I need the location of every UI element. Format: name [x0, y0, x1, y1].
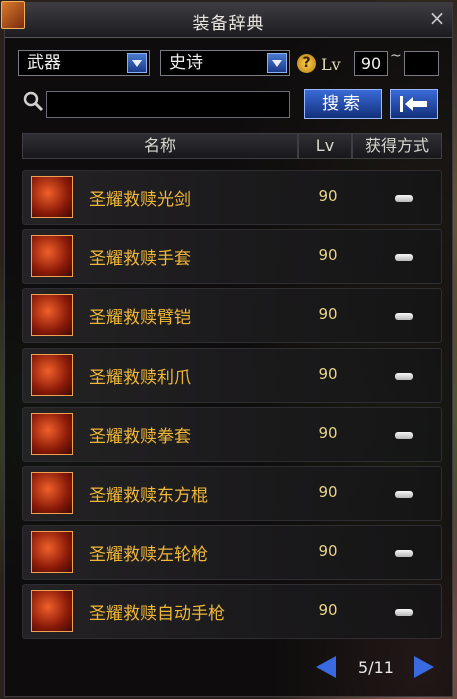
back-arrow-icon	[400, 96, 427, 112]
level-max-input[interactable]	[404, 51, 439, 76]
equipment-row[interactable]: 圣耀救赎利爪 90	[22, 348, 442, 403]
item-icon	[31, 235, 73, 277]
acquire-method-icon[interactable]	[395, 609, 413, 616]
item-icon	[31, 531, 73, 573]
item-name: 圣耀救赎手套	[89, 249, 191, 269]
item-name: 圣耀救赎左轮枪	[89, 545, 208, 565]
prev-arrow-icon[interactable]	[316, 656, 336, 678]
back-button[interactable]	[390, 89, 438, 119]
column-header-name[interactable]: 名称	[22, 133, 298, 159]
item-icon	[31, 413, 73, 455]
range-separator: ~	[390, 48, 402, 64]
acquire-method-icon[interactable]	[395, 195, 413, 202]
item-name: 圣耀救赎拳套	[89, 427, 191, 447]
column-header-acquire[interactable]: 获得方式	[352, 133, 442, 159]
item-level: 90	[318, 365, 338, 383]
acquire-method-icon[interactable]	[395, 491, 413, 498]
equipment-row[interactable]: 圣耀救赎自动手枪 90	[22, 584, 442, 639]
item-name: 圣耀救赎光剑	[89, 190, 191, 210]
category-value: 武器	[27, 53, 61, 73]
search-button[interactable]: 搜索	[304, 89, 382, 119]
title-bar[interactable]: 装备辞典 ×	[1, 1, 452, 38]
level-label: Lv	[321, 55, 341, 74]
question-icon[interactable]: ?	[297, 54, 316, 73]
item-name: 圣耀救赎自动手枪	[89, 604, 225, 624]
equipment-row[interactable]: 圣耀救赎光剑 90	[22, 170, 442, 225]
item-level: 90	[318, 483, 338, 501]
window-title: 装备辞典	[192, 14, 265, 34]
rarity-value: 史诗	[169, 53, 203, 73]
page-indicator: 5/11	[358, 658, 394, 677]
item-level: 90	[318, 601, 338, 619]
acquire-method-icon[interactable]	[395, 373, 413, 380]
equipment-row[interactable]: 圣耀救赎臂铠 90	[22, 288, 442, 343]
level-min-input[interactable]: 90	[354, 51, 388, 76]
acquire-method-icon[interactable]	[395, 254, 413, 261]
item-name: 圣耀救赎东方棍	[89, 486, 208, 506]
equipment-row[interactable]: 圣耀救赎拳套 90	[22, 407, 442, 462]
equipment-row[interactable]: 圣耀救赎手套 90	[22, 229, 442, 284]
acquire-method-icon[interactable]	[395, 550, 413, 557]
item-level: 90	[318, 305, 338, 323]
acquire-method-icon[interactable]	[395, 313, 413, 320]
next-arrow-icon[interactable]	[414, 656, 434, 678]
item-level: 90	[318, 424, 338, 442]
item-level: 90	[318, 187, 338, 205]
item-name: 圣耀救赎臂铠	[89, 308, 191, 328]
acquire-method-icon[interactable]	[395, 432, 413, 439]
item-icon	[31, 176, 73, 218]
rarity-dropdown[interactable]: 史诗	[160, 50, 290, 76]
item-icon	[31, 472, 73, 514]
item-name: 圣耀救赎利爪	[89, 368, 191, 388]
item-level: 90	[318, 542, 338, 560]
column-header-lv[interactable]: Lv	[298, 133, 352, 159]
item-icon	[31, 354, 73, 396]
category-dropdown[interactable]: 武器	[18, 50, 150, 76]
item-level: 90	[318, 246, 338, 264]
item-icon	[31, 294, 73, 336]
close-icon[interactable]: ×	[427, 7, 447, 29]
item-icon	[31, 590, 73, 632]
equipment-row[interactable]: 圣耀救赎东方棍 90	[22, 466, 442, 521]
dropdown-arrow-icon[interactable]	[267, 53, 287, 73]
search-input[interactable]	[46, 91, 290, 118]
dropdown-arrow-icon[interactable]	[127, 53, 147, 73]
magnifier-icon	[23, 91, 44, 112]
equipment-row[interactable]: 圣耀救赎左轮枪 90	[22, 525, 442, 580]
